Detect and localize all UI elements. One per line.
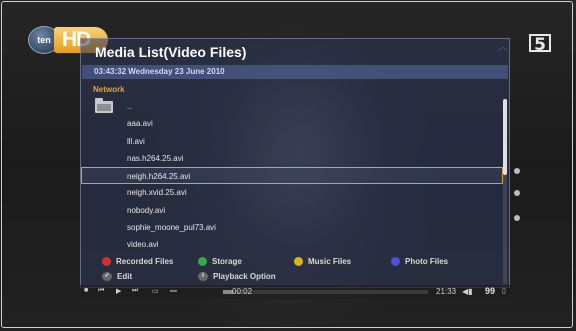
legend-storage-label: Storage: [212, 257, 242, 266]
legend-edit[interactable]: ✓ Edit: [102, 272, 133, 282]
file-name: video.avi: [127, 240, 159, 250]
display-mode-icon[interactable]: ▬: [170, 287, 177, 294]
volume-icon: ◀▮: [462, 287, 473, 296]
file-name: neigh.xvid.25.avi: [127, 188, 187, 198]
color-key-legend: Recorded Files Storage Music Files Photo…: [80, 254, 510, 288]
legend-playback-label: Playback Option: [213, 272, 276, 281]
play-icon[interactable]: ▶: [116, 287, 121, 295]
location-label: Network: [93, 85, 125, 94]
legend-photo-label: Photo Files: [405, 257, 449, 266]
panel-title: Media List(Video Files): [95, 44, 247, 60]
file-row[interactable]: aaa.avi: [81, 115, 509, 132]
file-name: neigh.h264.25.avi: [127, 172, 191, 182]
volume-level: 99: [485, 286, 496, 296]
previous-icon[interactable]: ⏮: [98, 287, 104, 295]
lock-icon: ▯: [502, 288, 506, 295]
legend-recorded-label: Recorded Files: [116, 257, 174, 266]
legend-recorded-files[interactable]: Recorded Files: [102, 257, 174, 267]
legend-music-files[interactable]: Music Files: [294, 257, 352, 267]
indicator-dot: [514, 215, 520, 221]
side-scroll-indicator: [510, 160, 524, 230]
file-row[interactable]: nas.h264.25.avi: [81, 150, 509, 167]
file-name: nas.h264.25.avi: [127, 153, 184, 163]
channel-5-badge: 5: [529, 34, 551, 54]
file-row[interactable]: lll.avi: [81, 133, 509, 150]
blue-button-icon: [391, 257, 400, 267]
parent-folder-row[interactable]: ..: [81, 98, 509, 115]
clock-time: 21:33: [436, 287, 457, 296]
file-row[interactable]: video.avi: [81, 236, 509, 253]
legend-edit-label: Edit: [117, 272, 133, 281]
green-button-icon: [198, 257, 207, 267]
file-name: aaa.avi: [127, 119, 153, 129]
legend-music-label: Music Files: [308, 257, 352, 266]
indicator-dot: [514, 168, 520, 174]
legend-playback-option[interactable]: i Playback Option: [198, 272, 276, 282]
file-row[interactable]: neigh.h264.25.avi: [81, 167, 503, 185]
checkmark-icon: ✓: [102, 272, 112, 282]
current-time: 00:02: [232, 287, 253, 296]
datetime-bar: 03:43:32 Wednesday 23 June 2010: [82, 65, 508, 79]
folder-icon: [95, 98, 113, 113]
playback-status-bar: ■ ⏮ ▶ ⏭ ▭ ▬ 00:02 21:33 ◀▮ 99 ▯: [80, 285, 510, 299]
file-list: .. aaa.avi lll.avi nas.h264.25.avi neigh.h2…: [81, 98, 509, 254]
next-icon[interactable]: ⏭: [132, 287, 138, 295]
yellow-button-icon: [294, 257, 303, 267]
stop-icon[interactable]: ■: [84, 287, 88, 294]
file-row[interactable]: nobody.avi: [81, 202, 509, 219]
file-name: sophie_moone_pul73.avi: [127, 223, 216, 233]
progress-track[interactable]: [223, 290, 428, 294]
legend-storage[interactable]: Storage: [198, 257, 242, 267]
legend-photo-files[interactable]: Photo Files: [391, 257, 449, 267]
info-icon: i: [198, 272, 208, 282]
subtitle-icon[interactable]: ▭: [152, 287, 159, 295]
file-name: lll.avi: [127, 136, 145, 146]
tv-screen: ten HD ︿ 5 Media List(Video Files) 03:43…: [0, 0, 576, 331]
media-list-panel: Media List(Video Files) 03:43:32 Wednesd…: [80, 38, 510, 288]
indicator-dot: [514, 190, 520, 196]
scrollbar-thumb[interactable]: [503, 99, 507, 175]
parent-folder-label: ..: [127, 102, 132, 111]
red-button-icon: [102, 257, 111, 267]
file-row[interactable]: neigh.xvid.25.avi: [81, 184, 509, 201]
file-name: nobody.avi: [127, 205, 166, 215]
file-row[interactable]: sophie_moone_pul73.avi: [81, 219, 509, 236]
